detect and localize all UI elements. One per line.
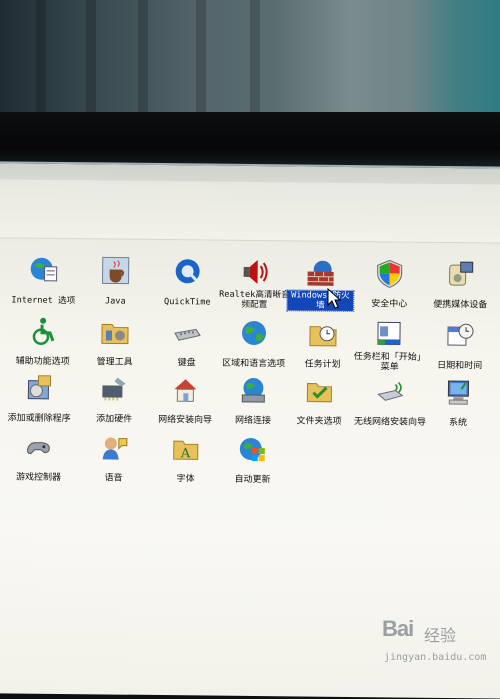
security-center-icon [374, 258, 404, 288]
internet-options-icon [29, 255, 59, 285]
curtain-fold [138, 0, 148, 118]
item-label: 语音 [103, 473, 123, 483]
item-accessibility-options[interactable]: 辅助功能选项 [7, 315, 80, 368]
item-label: 游戏控制器 [15, 472, 62, 482]
item-label: 系统 [448, 418, 468, 428]
item-label: 添加硬件 [95, 414, 133, 424]
item-label: 便携媒体设备 [432, 300, 488, 311]
taskbar-start-icon [375, 319, 405, 349]
item-system[interactable]: 系统 [422, 377, 495, 430]
add-remove-programs-icon [24, 373, 54, 403]
admin-tools-icon [100, 316, 130, 346]
curtain-fold [36, 0, 46, 118]
item-label: 任务栏和「开始」菜单 [353, 352, 427, 373]
item-label: 自动更新 [233, 475, 271, 485]
item-realtek-audio[interactable]: Realtek高清晰音频配置 [215, 257, 294, 312]
item-label: 管理工具 [96, 357, 134, 367]
baidu-jingyan-watermark: Bai 经验 jingyan.baidu.com [380, 612, 498, 672]
item-speech[interactable]: 语音 [77, 432, 150, 485]
realtek-audio-icon [239, 257, 269, 287]
wireless-setup-icon [375, 376, 405, 406]
item-label: 无线网络安装向导 [353, 417, 427, 428]
item-label: 网络连接 [234, 416, 272, 426]
fonts-icon: A [171, 433, 201, 463]
add-hardware-icon [99, 373, 129, 403]
item-label: Internet 选项 [10, 295, 76, 306]
network-setup-icon [170, 374, 200, 404]
game-controller-icon [24, 432, 54, 462]
watermark-brand: Bai [382, 616, 413, 642]
item-label: Java [104, 296, 127, 306]
watermark-url: jingyan.baidu.com [384, 652, 486, 663]
svg-text:A: A [180, 446, 191, 461]
item-game-controllers[interactable]: 游戏控制器 [0, 431, 78, 484]
item-quicktime[interactable]: QuickTime [151, 256, 224, 309]
item-date-time[interactable]: 日期和时间 [423, 320, 498, 373]
header-area [0, 179, 500, 243]
firewall-icon [305, 258, 335, 288]
item-java[interactable]: Java [79, 255, 152, 308]
scheduled-tasks-icon [308, 319, 338, 349]
mouse-pointer-icon [327, 288, 343, 310]
curtain-fold [196, 0, 206, 118]
item-taskbar-start-menu[interactable]: 任务栏和「开始」菜单 [353, 319, 428, 374]
item-fonts[interactable]: A 字体 [149, 433, 222, 486]
item-label: Realtek高清晰音频配置 [215, 290, 293, 311]
item-portable-media[interactable]: 便携媒体设备 [423, 259, 498, 312]
portable-media-icon [445, 259, 475, 289]
item-label: Windows 防火墙 [287, 290, 353, 311]
item-label: QuickTime [163, 297, 212, 308]
region-language-icon [239, 318, 269, 348]
java-icon [101, 255, 131, 285]
item-label: 字体 [175, 474, 195, 484]
item-label: 安全中心 [370, 299, 408, 309]
item-label: 网络安装向导 [157, 415, 213, 426]
item-label: 键盘 [177, 358, 197, 368]
accessibility-icon [28, 316, 58, 346]
item-add-hardware[interactable]: 添加硬件 [78, 373, 151, 426]
item-label: 辅助功能选项 [15, 356, 71, 367]
item-label: 区域和语言选项 [221, 359, 286, 370]
keyboard-icon [172, 317, 202, 347]
watermark-brand-sub: 经验 [424, 622, 456, 646]
item-label: 日期和时间 [436, 361, 483, 371]
speech-icon [99, 432, 129, 462]
item-label: 任务计划 [304, 360, 342, 370]
network-connections-icon [238, 375, 268, 405]
item-label: 添加或删除程序 [7, 413, 72, 424]
item-scheduled-tasks[interactable]: 任务计划 [287, 318, 360, 371]
item-automatic-updates[interactable]: 自动更新 [213, 434, 292, 487]
item-region-language[interactable]: 区域和语言选项 [215, 318, 294, 371]
item-windows-firewall[interactable]: Windows 防火墙 [287, 257, 354, 312]
quicktime-icon [173, 256, 203, 286]
item-add-remove-programs[interactable]: 添加或删除程序 [0, 372, 79, 425]
background-room [0, 0, 500, 118]
item-security-center[interactable]: 安全中心 [353, 258, 426, 311]
item-administrative-tools[interactable]: 管理工具 [79, 316, 152, 369]
curtain-fold [250, 0, 260, 118]
item-wireless-network-setup-wizard[interactable]: 无线网络安装向导 [350, 376, 431, 429]
folder-options-icon [304, 376, 334, 406]
item-folder-options[interactable]: 文件夹选项 [280, 375, 359, 428]
item-internet-options[interactable]: Internet 选项 [7, 254, 80, 307]
control-panel-icon-grid: Internet 选项 Java QuickTime Realtek高清晰音频配… [0, 248, 500, 653]
curtain-fold [86, 0, 96, 118]
date-time-icon [445, 320, 475, 350]
item-network-setup-wizard[interactable]: 网络安装向导 [146, 374, 225, 427]
item-keyboard[interactable]: 键盘 [151, 317, 224, 370]
system-icon [443, 377, 473, 407]
item-label: 文件夹选项 [296, 416, 343, 426]
automatic-updates-icon [238, 434, 268, 464]
